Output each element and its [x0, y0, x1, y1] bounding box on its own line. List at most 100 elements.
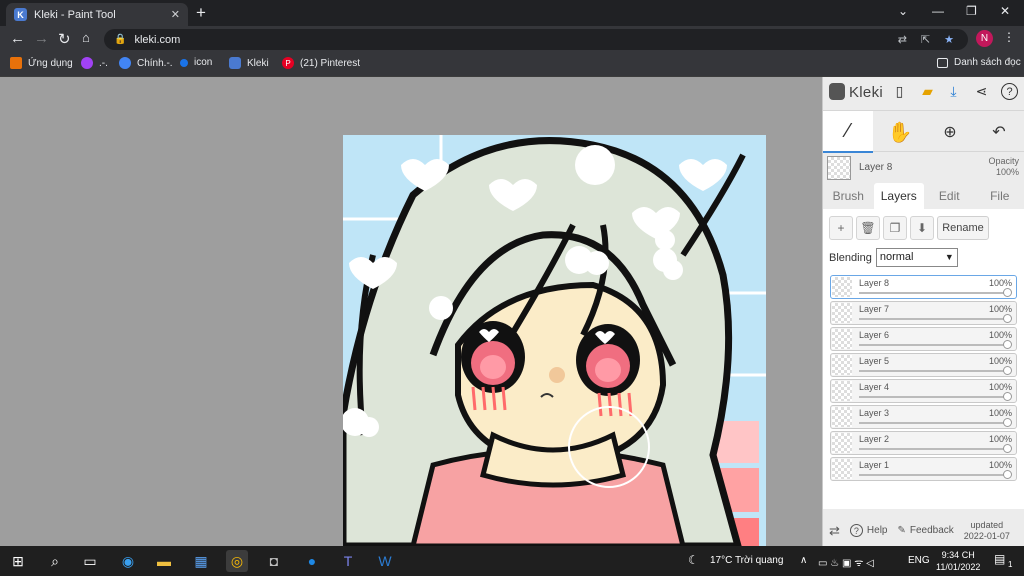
- layer-row[interactable]: Layer 6 100%: [830, 327, 1017, 351]
- delete-layer-button[interactable]: 🗑: [856, 216, 880, 240]
- merge-layer-button[interactable]: ⬇: [910, 216, 934, 240]
- feedback-link[interactable]: ✎ Feedback: [897, 525, 953, 536]
- restore-button[interactable]: ❐: [966, 4, 977, 18]
- word-icon[interactable]: W: [374, 550, 396, 572]
- bookmark-item[interactable]: .-.: [81, 57, 108, 69]
- edge-icon[interactable]: ◉: [117, 550, 139, 572]
- add-layer-button[interactable]: +: [829, 216, 853, 240]
- slider-handle[interactable]: [1003, 288, 1012, 297]
- layer-opacity-slider[interactable]: [859, 396, 1006, 398]
- bookmark-item[interactable]: Chính.-.: [119, 57, 173, 69]
- canvas-area[interactable]: [0, 77, 822, 546]
- bookmark-apps[interactable]: Ứng dụng: [10, 57, 73, 69]
- help-icon[interactable]: ?: [1001, 83, 1018, 100]
- teams-icon[interactable]: T: [337, 550, 359, 572]
- chrome-icon[interactable]: ◎: [226, 550, 248, 572]
- undo-redo-icon[interactable]: ↶: [975, 111, 1023, 153]
- help-link[interactable]: ? Help: [849, 524, 888, 537]
- home-icon[interactable]: ⌂: [82, 30, 90, 45]
- share-icon[interactable]: ⇱: [921, 33, 930, 46]
- tab-file[interactable]: File: [975, 183, 1024, 209]
- minimize-button[interactable]: —: [932, 4, 944, 18]
- save-icon[interactable]: ▰: [919, 83, 936, 100]
- slider-handle[interactable]: [1003, 366, 1012, 375]
- zoom-icon[interactable]: ⊕: [927, 111, 973, 153]
- rename-button[interactable]: Rename: [937, 216, 989, 240]
- new-image-icon[interactable]: ▯: [891, 83, 908, 100]
- profile-avatar[interactable]: N: [976, 30, 993, 47]
- translate-icon[interactable]: ⇄: [898, 33, 907, 46]
- search-icon[interactable]: ⌕: [44, 550, 66, 572]
- blending-select[interactable]: normal ▼: [875, 248, 958, 267]
- layer-opacity-slider[interactable]: [859, 370, 1006, 372]
- layer-row[interactable]: Layer 4 100%: [830, 379, 1017, 403]
- store-icon[interactable]: ▦: [190, 550, 212, 572]
- artwork: [343, 135, 766, 546]
- close-tab-icon[interactable]: ✕: [171, 8, 180, 21]
- layer-thumbnail: [832, 407, 852, 427]
- zalo-icon[interactable]: ●: [301, 550, 323, 572]
- bookmark-item[interactable]: P (21) Pinterest: [282, 57, 360, 69]
- tab-brush[interactable]: Brush: [823, 183, 874, 209]
- layer-opacity: 100%: [988, 304, 1012, 314]
- layer-opacity-slider[interactable]: [859, 318, 1006, 320]
- current-layer-opacity: Opacity 100%: [988, 156, 1019, 178]
- duplicate-layer-button[interactable]: ❐: [883, 216, 907, 240]
- layer-name: Layer 5: [859, 356, 890, 366]
- tray-chevron-icon[interactable]: ∧: [800, 555, 807, 566]
- layer-row[interactable]: Layer 1 100%: [830, 457, 1017, 481]
- layer-name: Layer 7: [859, 304, 890, 314]
- layer-row[interactable]: Layer 2 100%: [830, 431, 1017, 455]
- windows-start-icon[interactable]: ⊞: [7, 550, 29, 572]
- layer-opacity-slider[interactable]: [859, 344, 1006, 346]
- kleki-icon: [229, 57, 241, 69]
- tab-layers[interactable]: Layers: [873, 183, 924, 209]
- browser-tab[interactable]: K Kleki - Paint Tool ✕: [6, 3, 188, 26]
- hand-tool-icon[interactable]: ✋: [875, 111, 925, 153]
- layer-opacity-slider[interactable]: [859, 292, 1006, 294]
- weather-text[interactable]: 17°C Trời quang: [710, 555, 783, 566]
- bookmark-item[interactable]: Kleki: [229, 57, 269, 69]
- layer-row[interactable]: Layer 3 100%: [830, 405, 1017, 429]
- slider-handle[interactable]: [1003, 470, 1012, 479]
- tray-icons[interactable]: ▭ ♨ ▣ ᯤ ◁: [818, 555, 874, 569]
- back-icon[interactable]: ←: [10, 30, 25, 47]
- brush-tool-icon[interactable]: ⁄: [823, 111, 873, 153]
- layer-row[interactable]: Layer 7 100%: [830, 301, 1017, 325]
- menu-kebab-icon[interactable]: ⋮: [1003, 30, 1015, 44]
- swap-arrows-icon[interactable]: ⇄: [829, 523, 840, 539]
- bookmark-star-icon[interactable]: ★: [944, 33, 954, 46]
- notifications-icon[interactable]: ▤: [994, 552, 1005, 566]
- drawing-canvas[interactable]: [343, 135, 766, 546]
- slider-handle[interactable]: [1003, 418, 1012, 427]
- slider-handle[interactable]: [1003, 314, 1012, 323]
- bookmark-item[interactable]: icon: [180, 57, 212, 68]
- layer-opacity-slider[interactable]: [859, 448, 1006, 450]
- new-tab-button[interactable]: +: [196, 3, 206, 23]
- url-bar[interactable]: 🔒 kleki.com ⇄ ⇱ ★: [104, 29, 968, 50]
- tab-edit[interactable]: Edit: [924, 183, 975, 209]
- file-explorer-icon[interactable]: ▬: [153, 550, 175, 572]
- layers-panel: + 🗑 ❐ ⬇ Rename Blending normal ▼ Layer 8 1…: [823, 209, 1024, 509]
- share-icon[interactable]: ⋖: [973, 83, 990, 100]
- layer-opacity-slider[interactable]: [859, 422, 1006, 424]
- opacity-label: Opacity: [988, 156, 1019, 166]
- layer-row[interactable]: Layer 8 100%: [830, 275, 1017, 299]
- layer-row[interactable]: Layer 5 100%: [830, 353, 1017, 377]
- kleki-favicon-icon: K: [14, 8, 27, 21]
- reload-icon[interactable]: ↻: [58, 30, 71, 48]
- close-window-button[interactable]: ✕: [1000, 4, 1010, 18]
- forward-icon[interactable]: →: [34, 30, 49, 47]
- layer-opacity-slider[interactable]: [859, 474, 1006, 476]
- clock[interactable]: 9:34 CH 11/01/2022: [936, 549, 980, 573]
- tab-search-icon[interactable]: ⌄: [898, 4, 908, 18]
- camera-icon[interactable]: ◘: [263, 550, 285, 572]
- slider-handle[interactable]: [1003, 392, 1012, 401]
- download-icon[interactable]: ⤓: [945, 83, 962, 100]
- reading-list-button[interactable]: Danh sách đọc: [937, 57, 1021, 68]
- slider-handle[interactable]: [1003, 444, 1012, 453]
- slider-handle[interactable]: [1003, 340, 1012, 349]
- task-view-icon[interactable]: ▭: [79, 550, 101, 572]
- help-label: Help: [866, 525, 888, 536]
- language-indicator[interactable]: ENG: [908, 555, 930, 566]
